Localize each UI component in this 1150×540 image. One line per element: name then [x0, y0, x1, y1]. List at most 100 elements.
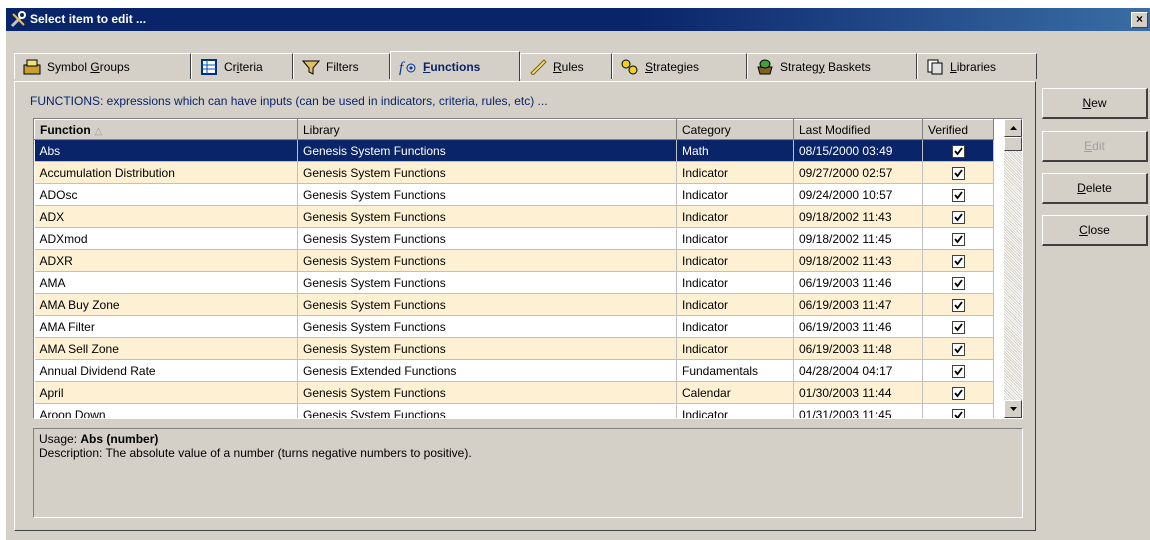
cell-function: Aroon Down	[34, 403, 298, 418]
column-header-function[interactable]: Function △	[34, 119, 298, 140]
table-row[interactable]: ADOsc Genesis System Functions Indicator 09…	[34, 183, 994, 206]
tab-label: Strategies	[645, 59, 700, 74]
cell-library: Genesis System Functions	[297, 161, 677, 184]
cell-library: Genesis System Functions	[297, 183, 677, 206]
functions-grid[interactable]: Function △ Library Category Last Modified…	[33, 118, 1023, 419]
cell-verified	[922, 381, 994, 404]
verified-checkbox[interactable]	[951, 386, 965, 400]
close-button[interactable]: Close	[1042, 215, 1148, 246]
tab-label: Filters	[326, 59, 359, 74]
scroll-up-button[interactable]	[1004, 119, 1022, 137]
table-row[interactable]: Annual Dividend Rate Genesis Extended Fun…	[34, 359, 994, 382]
cell-last-modified: 06/19/2003 11:46	[793, 315, 923, 338]
tab-strategies[interactable]: Strategies	[612, 53, 747, 79]
sort-ascending-icon: △	[94, 125, 103, 137]
tab-filters[interactable]: Filters	[293, 53, 390, 79]
scroll-down-arrow-icon	[1009, 407, 1017, 411]
cell-last-modified: 06/19/2003 11:48	[793, 337, 923, 360]
cell-last-modified: 01/30/2003 11:44	[793, 381, 923, 404]
strategies-icon	[620, 58, 640, 76]
usage-signature: Abs (number)	[80, 432, 159, 446]
tab-label: Rules	[553, 59, 584, 74]
cell-last-modified: 09/27/2000 02:57	[793, 161, 923, 184]
cell-library: Genesis Extended Functions	[297, 359, 677, 382]
cell-last-modified: 09/18/2002 11:43	[793, 205, 923, 228]
cell-function: AMA Buy Zone	[34, 293, 298, 316]
cell-function: ADX	[34, 205, 298, 228]
cell-last-modified: 06/19/2003 11:46	[793, 271, 923, 294]
cell-verified	[922, 403, 994, 418]
tab-symbol-groups[interactable]: Symbol Groups	[14, 53, 191, 79]
delete-button[interactable]: Delete	[1042, 173, 1148, 204]
table-row[interactable]: ADXmod Genesis System Functions Indicator 0…	[34, 227, 994, 250]
verified-checkbox[interactable]	[951, 320, 965, 334]
vertical-scrollbar[interactable]	[1004, 119, 1022, 418]
tab-functions[interactable]: f Functions	[390, 51, 520, 81]
column-header-library[interactable]: Library	[297, 119, 677, 140]
verified-checkbox[interactable]	[951, 144, 965, 158]
cell-library: Genesis System Functions	[297, 381, 677, 404]
cell-category: Indicator	[676, 337, 794, 360]
title-bar[interactable]: Select item to edit ... ×	[6, 8, 1150, 31]
new-button[interactable]: New	[1042, 88, 1148, 119]
verified-checkbox[interactable]	[951, 232, 965, 246]
usage-label: Usage:	[39, 432, 81, 446]
cell-last-modified: 09/24/2000 10:57	[793, 183, 923, 206]
cell-library: Genesis System Functions	[297, 271, 677, 294]
column-header-category[interactable]: Category	[676, 119, 794, 140]
tab-criteria[interactable]: Criteria	[191, 53, 293, 79]
cell-verified	[922, 315, 994, 338]
verified-checkbox[interactable]	[951, 364, 965, 378]
cell-category: Math	[676, 139, 794, 162]
table-row[interactable]: AMA Buy Zone Genesis System Functions Indi…	[34, 293, 994, 316]
cell-library: Genesis System Functions	[297, 403, 677, 418]
edit-button[interactable]: Edit	[1042, 131, 1148, 162]
table-row[interactable]: April Genesis System Functions Calendar 01/…	[34, 381, 994, 404]
window-close-button[interactable]: ×	[1131, 12, 1148, 28]
verified-checkbox[interactable]	[951, 342, 965, 356]
verified-checkbox[interactable]	[951, 276, 965, 290]
dialog-window: Select item to edit ... × Symbol Groups C…	[6, 8, 1150, 540]
cell-function: April	[34, 381, 298, 404]
table-row[interactable]: AMA Filter Genesis System Functions Indica…	[34, 315, 994, 338]
verified-checkbox[interactable]	[951, 188, 965, 202]
cell-library: Genesis System Functions	[297, 293, 677, 316]
table-row[interactable]: ADX Genesis System Functions Indicator 09/1…	[34, 205, 994, 228]
tab-label: Criteria	[224, 59, 263, 74]
cell-library: Genesis System Functions	[297, 315, 677, 338]
tab-rules[interactable]: Rules	[520, 53, 612, 79]
table-row[interactable]: AMA Genesis System Functions Indicator 06/1…	[34, 271, 994, 294]
tab-strategy-baskets[interactable]: Strategy Baskets	[747, 53, 917, 79]
column-header-last-modified[interactable]: Last Modified	[793, 119, 923, 140]
verified-checkbox[interactable]	[951, 210, 965, 224]
functions-description: FUNCTIONS: expressions which can have in…	[30, 94, 548, 108]
table-row[interactable]: Aroon Down Genesis System Functions Indica…	[34, 403, 994, 418]
verified-checkbox[interactable]	[951, 298, 965, 312]
cell-category: Indicator	[676, 315, 794, 338]
table-row[interactable]: Abs Genesis System Functions Math 08/15/200…	[34, 139, 994, 162]
tab-label: Strategy Baskets	[780, 59, 871, 74]
verified-checkbox[interactable]	[951, 408, 965, 418]
scroll-up-arrow-icon	[1009, 126, 1017, 130]
tab-libraries[interactable]: Libraries	[917, 53, 1037, 79]
table-row[interactable]: AMA Sell Zone Genesis System Functions Ind…	[34, 337, 994, 360]
cell-verified	[922, 337, 994, 360]
cell-last-modified: 06/19/2003 11:47	[793, 293, 923, 316]
cell-verified	[922, 293, 994, 316]
cell-category: Indicator	[676, 249, 794, 272]
column-header-verified[interactable]: Verified	[922, 119, 994, 140]
cell-function: AMA Filter	[34, 315, 298, 338]
verified-checkbox[interactable]	[951, 166, 965, 180]
cell-library: Genesis System Functions	[297, 249, 677, 272]
filters-icon	[301, 58, 321, 76]
scroll-thumb[interactable]	[1004, 137, 1022, 151]
cell-verified	[922, 183, 994, 206]
cell-function: Annual Dividend Rate	[34, 359, 298, 382]
tab-label: Symbol Groups	[47, 59, 130, 74]
cell-verified	[922, 359, 994, 382]
scroll-down-button[interactable]	[1004, 400, 1022, 418]
table-row[interactable]: ADXR Genesis System Functions Indicator 09/…	[34, 249, 994, 272]
verified-checkbox[interactable]	[951, 254, 965, 268]
table-row[interactable]: Accumulation Distribution Genesis System …	[34, 161, 994, 184]
cell-verified	[922, 271, 994, 294]
